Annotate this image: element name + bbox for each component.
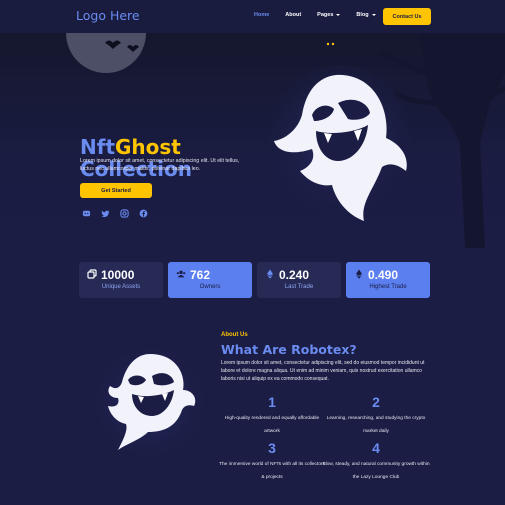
- stat-label: Owners: [199, 284, 221, 290]
- ghost-illustration: [268, 65, 412, 222]
- contact-us-button[interactable]: Contact Us: [383, 8, 431, 25]
- nav-item-home[interactable]: Home: [254, 12, 269, 18]
- instagram-icon[interactable]: [120, 209, 129, 218]
- stat-card-owners: 762 Owners: [168, 262, 252, 298]
- main-menu: Home About Pages Blog: [254, 12, 392, 18]
- stat-value: 0.240: [279, 268, 310, 282]
- hero-section: NftGhost Collection Lorem ipsum dolor si…: [0, 33, 505, 248]
- nav-item-blog[interactable]: Blog: [356, 12, 376, 18]
- feature-number: 2: [372, 394, 380, 410]
- ghost-illustration: [88, 340, 212, 464]
- bats-illustration: [105, 40, 139, 52]
- feature-text: The immersive world of NFTs with all its…: [219, 462, 325, 480]
- top-navbar: Logo Here Home About Pages Blog Contact …: [0, 0, 505, 33]
- nav-item-label: Blog: [356, 12, 369, 18]
- hero-title-ghost: Ghost: [115, 135, 181, 159]
- nav-item-pages[interactable]: Pages: [317, 12, 341, 18]
- stats-row: 10000 Unique Assets 762 Owners 0.240 Las…: [79, 262, 430, 298]
- about-description: Lorem ipsum dolor sit amet, consectetur …: [221, 360, 425, 382]
- users-icon: [176, 270, 186, 278]
- nav-item-label: Pages: [317, 12, 334, 18]
- feature-text: Learning, researching, and studying the …: [326, 416, 426, 434]
- hero-description: Lorem ipsum dolor sit amet, consectetur …: [80, 158, 240, 172]
- get-started-button[interactable]: Get Started: [80, 183, 152, 198]
- stat-card-highest-trade: 0.490 Highest Trade: [346, 262, 430, 298]
- copy-icon: [87, 269, 97, 279]
- nav-item-label: About: [285, 12, 302, 18]
- about-title: What Are Robotex?: [221, 342, 357, 357]
- feature-text: High-quality rendered and equally afford…: [224, 416, 320, 434]
- feature-number: 1: [268, 394, 276, 410]
- logo[interactable]: Logo Here: [76, 8, 140, 23]
- feature-item: 3 The immersive world of NFTs with all i…: [217, 440, 327, 484]
- feature-number: 3: [268, 440, 276, 456]
- nav-item-label: Home: [254, 12, 270, 18]
- feature-item: 2 Learning, researching, and studying th…: [321, 394, 431, 438]
- twitter-icon[interactable]: [101, 209, 110, 218]
- stat-value: 0.490: [368, 268, 399, 282]
- stat-label: Last Trade: [284, 284, 314, 290]
- feature-text: Slow, steady, and natural community grow…: [322, 462, 430, 480]
- facebook-icon[interactable]: [139, 209, 148, 218]
- feature-item: 4 Slow, steady, and natural community gr…: [321, 440, 431, 484]
- stat-label: Highest Trade: [369, 284, 407, 290]
- stat-label: Unique Assets: [101, 284, 141, 290]
- stat-card-unique-assets: 10000 Unique Assets: [79, 262, 163, 298]
- chevron-down-icon: [371, 14, 376, 16]
- chevron-down-icon: [336, 14, 341, 16]
- stat-card-last-trade: 0.240 Last Trade: [257, 262, 341, 298]
- stat-value: 762: [190, 268, 211, 282]
- discord-icon[interactable]: [82, 209, 91, 218]
- about-kicker: About Us: [221, 332, 248, 338]
- stat-value: 10000: [101, 268, 135, 282]
- social-links: [82, 209, 148, 218]
- feature-item: 1 High-quality rendered and equally affo…: [217, 394, 327, 438]
- hero-title-nft: Nft: [80, 135, 115, 159]
- ethereum-icon: [356, 269, 362, 279]
- feature-number: 4: [372, 440, 380, 456]
- ethereum-icon: [267, 269, 273, 279]
- nav-item-about[interactable]: About: [285, 12, 301, 18]
